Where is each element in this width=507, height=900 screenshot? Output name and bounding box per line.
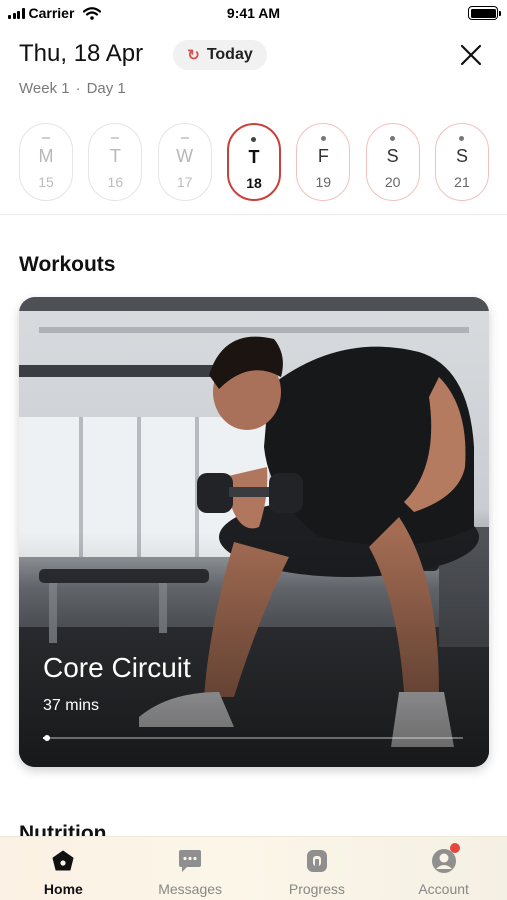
day-dot-marker (320, 135, 326, 141)
separator: · (75, 80, 81, 97)
day-letter: S (386, 146, 399, 166)
day-letter: T (109, 146, 121, 166)
day-letter: F (317, 146, 329, 166)
day-number: 17 (176, 174, 193, 190)
day-letter: T (248, 147, 260, 167)
day-letter: W (176, 146, 194, 166)
week-day-label: Week 1 · Day 1 (19, 80, 126, 97)
tab-progress[interactable]: Progress (254, 837, 381, 900)
notification-badge (449, 843, 460, 853)
refresh-icon: ↻ (187, 47, 200, 64)
day-letter: S (455, 146, 468, 166)
account-icon-wrap (430, 843, 460, 875)
tab-messages[interactable]: Messages (127, 837, 254, 900)
battery-icon (468, 6, 501, 20)
day-selector: M 15 T 16 W 17 T 18 F 19 S 20 S 21 (19, 123, 489, 201)
workouts-heading: Workouts (19, 253, 116, 276)
tab-label: Progress (288, 881, 345, 897)
day-pill-mon[interactable]: M 15 (19, 123, 73, 201)
day-pill-wed[interactable]: W 17 (157, 123, 212, 201)
day-pill-sun[interactable]: S 21 (434, 123, 489, 201)
day-number: 20 (384, 174, 401, 190)
today-label: Today (206, 46, 253, 63)
day-pill-fri[interactable]: F 19 (296, 123, 351, 201)
day-number: 21 (454, 174, 470, 190)
tab-home[interactable]: Home (0, 837, 127, 900)
day-number: 15 (38, 174, 54, 190)
day-pill-thu[interactable]: T 18 (226, 123, 281, 201)
day-pill-tue[interactable]: T 16 (88, 123, 143, 201)
tab-label: Account (418, 881, 469, 897)
today-button[interactable]: ↻ Today (173, 40, 267, 70)
day-number: 18 (246, 175, 262, 191)
past-marker (42, 137, 50, 139)
day-number: 19 (315, 174, 332, 190)
tab-label: Messages (158, 881, 223, 897)
tab-account[interactable]: Account (380, 837, 507, 900)
progress-icon (306, 850, 327, 872)
messages-icon (179, 850, 202, 872)
week-label: Week 1 (19, 80, 70, 97)
day-letter: M (38, 146, 54, 166)
divider (0, 214, 507, 215)
workout-progress-track (43, 735, 463, 741)
close-icon[interactable] (456, 40, 486, 70)
day-dot-marker (390, 135, 396, 141)
past-marker (180, 137, 189, 139)
status-bar: Carrier 9:41 AM (0, 0, 507, 28)
day-label: Day 1 (86, 80, 126, 97)
home-icon (52, 850, 74, 871)
status-time: 9:41 AM (226, 5, 281, 21)
past-marker (111, 137, 120, 139)
day-pill-sat[interactable]: S 20 (365, 123, 420, 201)
tab-bar: Home Messages Progress Account (0, 836, 507, 900)
workout-duration: 37 mins (43, 697, 100, 714)
page-title: Thu, 18 Apr (19, 40, 144, 67)
day-dot-marker (459, 135, 465, 141)
tab-label: Home (43, 881, 83, 897)
day-dot-marker (251, 136, 257, 142)
workout-card[interactable]: Core Circuit 37 mins (19, 297, 489, 767)
workout-title: Core Circuit (43, 652, 191, 683)
day-number: 16 (107, 174, 124, 190)
